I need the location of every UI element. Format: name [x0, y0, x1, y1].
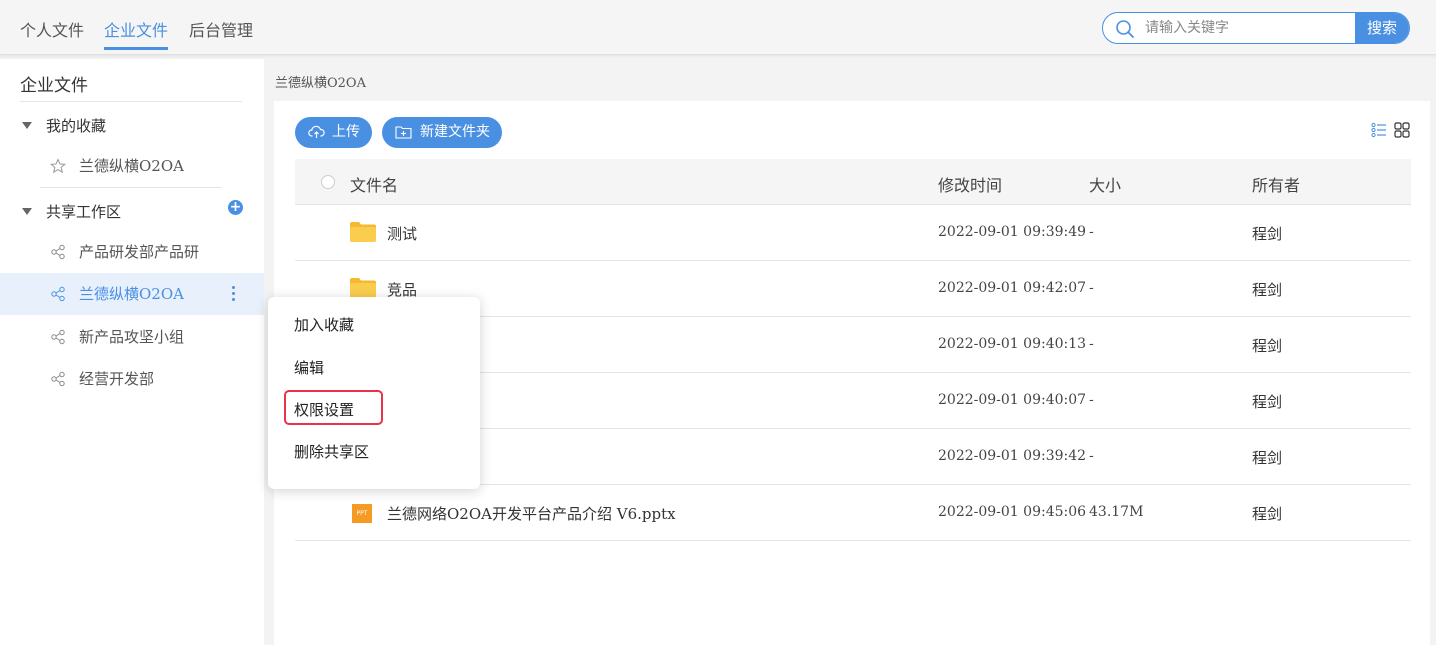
file-owner: 程剑: [1252, 449, 1283, 467]
ppt-file-icon: PPT: [352, 504, 372, 523]
file-modified: 2022-09-01 09:39:49: [938, 224, 1087, 240]
top-bar: 个人文件 企业文件 后台管理 搜索: [0, 0, 1436, 55]
file-size: -: [1089, 448, 1094, 464]
share-icon: [51, 329, 65, 345]
upload-label: 上传: [332, 124, 360, 140]
col-size-header[interactable]: 大小: [1089, 172, 1121, 196]
menu-item-permission-settings[interactable]: 权限设置: [294, 399, 354, 420]
search-box: 搜索: [1102, 12, 1410, 44]
more-vertical-icon[interactable]: [232, 286, 236, 302]
sidebar-item-o2oa[interactable]: 兰德纵横O2OA: [0, 273, 264, 315]
table-row[interactable]: 测试 2022-09-01 09:39:49 - 程剑: [295, 205, 1411, 261]
file-owner: 程剑: [1252, 281, 1283, 299]
sidebar-item-label: 兰德纵横O2OA: [79, 285, 184, 303]
group-favorites-label: 我的收藏: [46, 117, 107, 135]
file-owner: 程剑: [1252, 393, 1283, 411]
file-modified: 2022-09-01 09:39:42: [938, 448, 1087, 464]
search-icon: [1116, 20, 1134, 38]
sidebar-title: 企业文件: [20, 76, 88, 96]
menu-item-edit[interactable]: 编辑: [294, 357, 324, 378]
sidebar-item-label: 新产品攻坚小组: [79, 328, 185, 346]
select-all-radio[interactable]: [321, 175, 335, 189]
sidebar-item-label: 产品研发部产品研: [79, 243, 200, 261]
file-modified: 2022-09-01 09:42:07: [938, 280, 1087, 296]
share-icon: [51, 286, 65, 302]
col-modified-header[interactable]: 修改时间: [938, 172, 1002, 196]
group-shared-label: 共享工作区: [46, 203, 122, 221]
caret-down-icon: [22, 207, 32, 215]
caret-down-icon: [22, 121, 32, 129]
sidebar-item-product-dev[interactable]: 产品研发部产品研: [0, 231, 264, 273]
group-favorites[interactable]: 我的收藏: [22, 115, 106, 136]
share-icon: [51, 244, 65, 260]
file-owner: 程剑: [1252, 225, 1283, 243]
grid-view-icon[interactable]: [1394, 122, 1410, 138]
new-folder-icon: [395, 126, 412, 139]
table-header: 文件名 修改时间 大小 所有者: [295, 159, 1411, 205]
add-shared-space-icon[interactable]: +: [228, 200, 243, 215]
share-icon: [51, 371, 65, 387]
sidebar-item-new-product-team[interactable]: 新产品攻坚小组: [0, 316, 264, 358]
folder-icon: [350, 278, 376, 298]
file-size: -: [1089, 392, 1094, 408]
search-input[interactable]: [1145, 13, 1355, 43]
star-icon: [50, 158, 66, 174]
file-modified: 2022-09-01 09:45:06: [938, 504, 1087, 520]
file-modified: 2022-09-01 09:40:13: [938, 336, 1087, 352]
file-size: -: [1089, 280, 1094, 296]
divider: [40, 187, 222, 188]
file-size: 43.17M: [1089, 504, 1144, 520]
file-modified: 2022-09-01 09:40:07: [938, 392, 1087, 408]
col-name-header[interactable]: 文件名: [350, 172, 398, 196]
folder-icon: [350, 222, 376, 242]
list-view-icon[interactable]: [1371, 122, 1387, 138]
file-owner: 程剑: [1252, 505, 1283, 523]
col-owner-header[interactable]: 所有者: [1252, 172, 1300, 196]
new-folder-button[interactable]: 新建文件夹: [382, 117, 502, 148]
table-row[interactable]: PPT 兰德网络O2OA开发平台产品介绍 V6.pptx 2022-09-01 …: [295, 485, 1411, 541]
upload-button[interactable]: 上传: [295, 117, 372, 148]
sidebar-item-label: 兰德纵横O2OA: [79, 157, 184, 175]
search-button[interactable]: 搜索: [1355, 13, 1409, 43]
file-size: -: [1089, 224, 1094, 240]
sidebar-item-business-dev[interactable]: 经营开发部: [0, 358, 264, 400]
tab-personal-files[interactable]: 个人文件: [20, 17, 84, 41]
menu-item-delete-shared-space[interactable]: 删除共享区: [294, 441, 369, 462]
file-name[interactable]: 兰德网络O2OA开发平台产品介绍 V6.pptx: [387, 503, 676, 524]
context-menu: 加入收藏 编辑 权限设置 删除共享区: [268, 297, 480, 489]
new-folder-label: 新建文件夹: [420, 124, 490, 140]
menu-item-add-favorite[interactable]: 加入收藏: [294, 314, 354, 335]
breadcrumb[interactable]: 兰德纵横O2OA: [275, 72, 366, 91]
sidebar: 企业文件 我的收藏 兰德纵横O2OA 共享工作区 + 产品研发部产品研 兰德纵横…: [0, 59, 264, 645]
sidebar-item-favorite-o2oa[interactable]: 兰德纵横O2OA: [0, 145, 264, 187]
file-size: -: [1089, 336, 1094, 352]
file-owner: 程剑: [1252, 337, 1283, 355]
tab-enterprise-files[interactable]: 企业文件: [104, 17, 169, 50]
file-name[interactable]: 测试: [387, 223, 417, 244]
divider: [20, 101, 242, 102]
sidebar-item-label: 经营开发部: [79, 370, 155, 388]
tab-admin[interactable]: 后台管理: [189, 17, 253, 41]
group-shared[interactable]: 共享工作区: [22, 201, 121, 222]
cloud-upload-icon: [308, 125, 325, 138]
